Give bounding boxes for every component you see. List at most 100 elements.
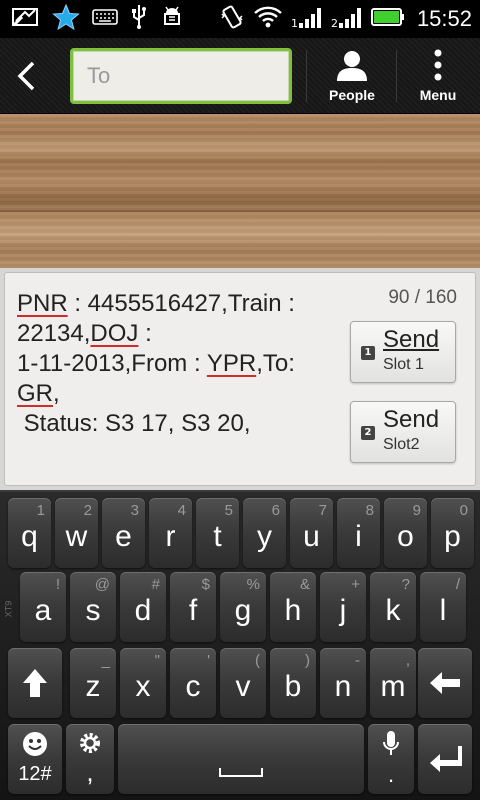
- key-alt-label: 8: [365, 502, 374, 519]
- comma-settings-key[interactable]: ,: [66, 724, 114, 794]
- num-symbols-label: 12#: [18, 763, 52, 785]
- status-bar: 1 2 15:52: [0, 0, 480, 38]
- key-m[interactable]: ,m: [370, 648, 416, 718]
- key-k[interactable]: ? k: [370, 572, 416, 642]
- key-label: x: [135, 670, 151, 703]
- key-label: j: [339, 594, 347, 627]
- key-label: c: [185, 670, 201, 703]
- key-label: l: [439, 594, 447, 627]
- key-t[interactable]: 5t: [196, 498, 239, 568]
- key-alt-label: ,: [405, 652, 410, 669]
- enter-key[interactable]: [418, 724, 472, 794]
- key-y[interactable]: 6y: [243, 498, 286, 568]
- message-input[interactable]: PNR : 4455516427,Train : 22134,DOJ : 1-1…: [17, 289, 343, 439]
- key-v[interactable]: (v: [220, 648, 266, 718]
- star-icon: [52, 3, 80, 35]
- key-label: f: [188, 594, 198, 627]
- key-o[interactable]: 9o: [384, 498, 427, 568]
- back-button[interactable]: [8, 54, 44, 98]
- key-alt-label: 4: [177, 502, 186, 519]
- send-label: Send: [383, 406, 440, 433]
- key-alt-label: ?: [401, 576, 410, 593]
- key-label: g: [234, 594, 252, 627]
- key-c[interactable]: ' c: [170, 648, 216, 718]
- slot1-icon: 1: [361, 346, 375, 360]
- key-label: r: [165, 520, 176, 553]
- recipient-input[interactable]: [73, 51, 289, 101]
- shift-key[interactable]: [8, 648, 62, 718]
- send-slot2-button[interactable]: 2 Send Slot2: [350, 401, 456, 463]
- key-alt-label: 6: [271, 502, 280, 519]
- key-label: p: [444, 520, 461, 553]
- backspace-key[interactable]: [418, 648, 472, 718]
- key-label: m: [380, 670, 406, 703]
- compose-box[interactable]: PNR : 4455516427,Train : 22134,DOJ : 1-1…: [4, 272, 476, 486]
- key-label: s: [85, 594, 101, 627]
- key-alt-label: ): [305, 652, 310, 669]
- microphone-icon: [383, 731, 399, 755]
- key-r[interactable]: 4r: [149, 498, 192, 568]
- backspace-icon: [430, 672, 460, 694]
- key-d[interactable]: # d: [120, 572, 166, 642]
- key-label: y: [257, 520, 272, 553]
- misspelled-word: DOJ: [90, 320, 139, 347]
- action-bar: People Menu: [0, 38, 480, 114]
- key-j[interactable]: + j: [320, 572, 366, 642]
- key-alt-label: 9: [412, 502, 421, 519]
- vibrate-icon: [219, 4, 245, 34]
- key-g[interactable]: % g: [220, 572, 266, 642]
- xt9-label: XT9: [3, 600, 14, 618]
- misspelled-word: PNR: [17, 290, 68, 317]
- recipient-field[interactable]: [70, 48, 292, 104]
- key-alt-label: !: [55, 576, 60, 593]
- misspelled-word: YPR: [206, 350, 257, 377]
- overflow-menu-icon: [434, 49, 442, 81]
- key-label: n: [334, 670, 352, 703]
- enter-icon: [430, 746, 462, 772]
- divider: [306, 50, 307, 102]
- key-q[interactable]: 1q: [8, 498, 51, 568]
- key-a[interactable]: ! a: [20, 572, 66, 642]
- key-alt-label: $: [201, 576, 210, 593]
- key-label: d: [134, 594, 152, 627]
- key-l[interactable]: / l: [420, 572, 466, 642]
- key-label: w: [65, 520, 88, 553]
- space-bar-icon: [219, 768, 263, 777]
- key-w[interactable]: 2w: [55, 498, 98, 568]
- menu-button[interactable]: Menu: [408, 38, 468, 114]
- key-b[interactable]: ) b: [270, 648, 316, 718]
- space-key[interactable]: [118, 724, 364, 794]
- key-label: h: [284, 594, 302, 627]
- key-label: t: [213, 520, 222, 553]
- svg-text:1: 1: [291, 17, 298, 29]
- keyboard: XT9 12# , . 1 q 2 w 3 e 4 r 5 t 6 y 7 u 8 i 9 o 0 p! a @ s # d $ f…: [0, 490, 480, 800]
- voice-period-key[interactable]: .: [368, 724, 414, 794]
- menu-label: Menu: [419, 87, 457, 103]
- key-label: b: [284, 670, 302, 703]
- battery-icon: [370, 7, 405, 31]
- key-f[interactable]: $ f: [170, 572, 216, 642]
- divider: [396, 50, 397, 102]
- slot2-icon: 2: [361, 426, 375, 440]
- key-s[interactable]: @ s: [70, 572, 116, 642]
- key-u[interactable]: 7u: [290, 498, 333, 568]
- key-e[interactable]: 3e: [102, 498, 145, 568]
- key-alt-label: 7: [318, 502, 327, 519]
- key-h[interactable]: & h: [270, 572, 316, 642]
- key-label: a: [34, 594, 52, 627]
- chevron-left-icon: [17, 61, 35, 91]
- people-label: People: [329, 87, 375, 103]
- key-n[interactable]: -n: [320, 648, 366, 718]
- key-i[interactable]: 8i: [337, 498, 380, 568]
- smiley-icon: [23, 732, 47, 756]
- send-slot1-button[interactable]: 1 Send Slot 1: [350, 321, 456, 383]
- key-p[interactable]: 0p: [431, 498, 474, 568]
- key-z[interactable]: _ z: [70, 648, 116, 718]
- numbers-emoji-key[interactable]: 12#: [8, 724, 62, 794]
- key-alt-label: ': [207, 652, 210, 669]
- people-button[interactable]: People: [322, 38, 382, 114]
- period-label: .: [387, 762, 395, 787]
- key-x[interactable]: " x: [120, 648, 166, 718]
- key-alt-label: _: [101, 652, 110, 669]
- clock: 15:52: [416, 6, 472, 31]
